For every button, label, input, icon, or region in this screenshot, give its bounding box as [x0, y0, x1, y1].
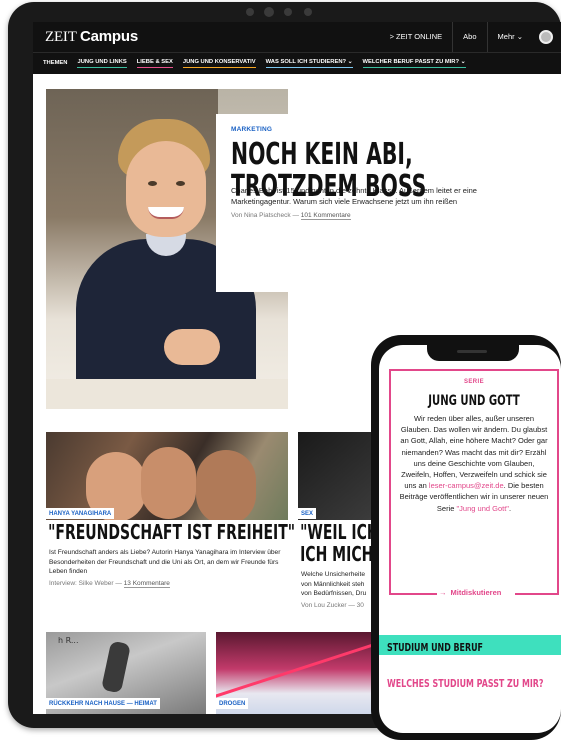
zeit-online-link[interactable]: > ZEIT ONLINE: [380, 22, 453, 52]
article3-label[interactable]: SEX: [298, 508, 317, 519]
hero-kicker[interactable]: MARKETING: [231, 126, 547, 133]
photo-face: [126, 141, 206, 237]
photo-eye: [148, 181, 157, 186]
photo-laser: [216, 632, 386, 699]
camera-lens: [264, 7, 274, 17]
article5-labels[interactable]: DROGEN: [216, 692, 249, 710]
article2-description: Ist Freundschaft anders als Liebe? Autor…: [49, 549, 281, 575]
article2-label[interactable]: HANYA YANAGIHARA: [46, 508, 115, 519]
series-kicker: SERIE: [463, 379, 484, 385]
photo-crack: [101, 640, 131, 694]
article2-comments-link[interactable]: 13 Kommentare: [123, 579, 170, 588]
speaker-icon: [457, 350, 487, 353]
article2-author: Interview: Silke Weber: [49, 579, 114, 587]
byline-separator: —: [292, 212, 299, 219]
article3-comments-link[interactable]: 30: [357, 602, 364, 609]
email-link[interactable]: leser-campus@zeit.de: [429, 481, 504, 490]
series-body-text: .: [508, 503, 512, 513]
box-border: [515, 593, 559, 595]
main-nav: THEMEN JUNG UND LINKS LIEBE & SEX JUNG U…: [33, 52, 561, 74]
byline-separator: —: [115, 579, 122, 587]
byline-separator: —: [348, 601, 355, 609]
phone-screen: SERIE JUNG UND GOTT Wir reden über alles…: [379, 345, 561, 733]
photo-eye: [176, 181, 185, 186]
hero-teaser[interactable]: MARKETING NOCH KEIN ABI, TROTZDEM BOSS C…: [216, 114, 561, 292]
photo-graffiti: h R...: [58, 636, 79, 645]
mitdiskutieren-label: Mitdiskutieren: [450, 588, 502, 597]
article5-label[interactable]: DROGEN: [216, 698, 249, 709]
top-bar: ZEIT Campus > ZEIT ONLINE Abo Mehr ⌄: [33, 22, 561, 52]
photo-table: [46, 379, 288, 409]
article2-byline: Interview: Silke Weber — 13 Kommentare: [46, 579, 288, 588]
hero-author: Von Nina Piatscheck: [231, 212, 291, 219]
photo-hands: [164, 329, 220, 365]
article3-author: Von Lou Zucker: [301, 601, 347, 609]
phone-notch: [427, 345, 519, 361]
logo-zeit: ZEIT: [45, 29, 77, 45]
box-border: [389, 593, 437, 595]
article4-label-text: RÜCKKEHR NACH HAUSE: [49, 701, 126, 707]
article4-sublabel: HEIMAT: [134, 701, 157, 707]
question-link[interactable]: WELCHES STUDIUM PASST ZU MIR?: [387, 677, 544, 690]
nav-welcher-beruf[interactable]: WELCHER BERUF PASST ZU MIR? ⌄: [362, 59, 466, 68]
nav-jung-und-links[interactable]: JUNG UND LINKS: [77, 59, 127, 68]
article2-teaser[interactable]: HANYA YANAGIHARA "FREUNDSCHAFT IST FREIH…: [46, 502, 298, 588]
top-right-menu: > ZEIT ONLINE Abo Mehr ⌄: [380, 22, 561, 52]
hero-comments-link[interactable]: 101 Kommentare: [300, 212, 351, 220]
nav-liebe-sex[interactable]: LIEBE & SEX: [136, 59, 173, 68]
series-body-text: Wir reden über alles, außer unseren Glau…: [400, 414, 548, 491]
camera-dot: [284, 8, 292, 16]
site-logo[interactable]: ZEIT Campus: [45, 28, 138, 46]
article4-label[interactable]: RÜCKKEHR NACH HAUSE — HEIMAT: [46, 698, 160, 709]
section-title[interactable]: STUDIUM UND BERUF: [387, 641, 483, 654]
series-body: Wir reden über alles, außer unseren Glau…: [399, 413, 549, 514]
nav-was-soll-ich-studieren[interactable]: WAS SOLL ICH STUDIEREN? ⌄: [265, 59, 353, 68]
label-separator: —: [126, 701, 133, 707]
mehr-menu[interactable]: Mehr ⌄: [486, 22, 533, 52]
article4-labels[interactable]: RÜCKKEHR NACH HAUSE — HEIMAT: [46, 692, 160, 710]
series-link[interactable]: "Jung und Gott": [457, 504, 509, 513]
abo-link[interactable]: Abo: [452, 22, 486, 52]
nav-jung-und-konservativ[interactable]: JUNG UND KONSERVATIV: [182, 59, 256, 68]
phone-device: SERIE JUNG UND GOTT Wir reden über alles…: [371, 335, 561, 740]
user-avatar-icon[interactable]: [539, 30, 553, 44]
article2-title[interactable]: "FREUNDSCHAFT IST FREIHEIT": [46, 520, 298, 544]
mitdiskutieren-button[interactable]: → Mitdiskutieren: [439, 588, 501, 597]
camera-dot: [246, 8, 254, 16]
arrow-right-icon: →: [439, 588, 447, 597]
logo-campus: Campus: [79, 28, 138, 45]
nav-themen[interactable]: THEMEN: [43, 60, 67, 68]
hero-title[interactable]: NOCH KEIN ABI, TROTZDEM BOSS: [231, 139, 544, 203]
series-title[interactable]: JUNG UND GOTT: [420, 393, 528, 409]
series-box: SERIE JUNG UND GOTT Wir reden über alles…: [389, 369, 559, 594]
hero-byline: Von Nina Piatscheck — 101 Kommentare: [231, 212, 547, 220]
camera-dot: [304, 8, 312, 16]
